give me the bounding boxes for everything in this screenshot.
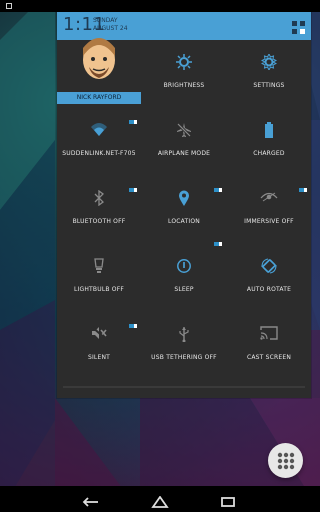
tile-lightbulb[interactable]: LIGHTBULB OFF xyxy=(57,244,141,312)
tile-airplane-mode[interactable]: AIRPLANE MODE xyxy=(142,108,226,176)
all-apps-icon xyxy=(277,452,295,470)
tile-settings[interactable]: SETTINGS xyxy=(227,40,311,108)
clock-month-day: AUGUST 24 xyxy=(93,25,128,32)
tile-wifi[interactable]: SUDDENLINK.NET-F705 xyxy=(57,108,141,176)
brightness-icon xyxy=(142,54,226,70)
tile-brightness[interactable]: BRIGHTNESS xyxy=(142,40,226,108)
tile-label: CAST SCREEN xyxy=(246,354,292,361)
clock-day: SUNDAY xyxy=(93,17,118,24)
avatar xyxy=(78,38,120,90)
tile-label: SLEEP xyxy=(174,286,194,293)
gear-icon xyxy=(227,54,311,70)
tile-label: BRIGHTNESS xyxy=(163,82,205,89)
tile-battery[interactable]: CHARGED xyxy=(227,108,311,176)
tile-usb-tethering[interactable]: USB TETHERING OFF xyxy=(142,312,226,380)
wifi-icon xyxy=(57,122,141,138)
panel-divider xyxy=(63,386,305,388)
tile-sleep[interactable]: SLEEP xyxy=(142,242,226,312)
battery-icon xyxy=(227,122,311,138)
usb-icon xyxy=(142,326,226,342)
airplane-icon xyxy=(142,122,226,138)
recents-button[interactable] xyxy=(219,493,237,507)
tile-label: AUTO ROTATE xyxy=(246,286,292,293)
tile-auto-rotate[interactable]: AUTO ROTATE xyxy=(227,244,311,312)
tile-label: LOCATION xyxy=(168,218,200,225)
quick-settings-header: 1:11 SUNDAY AUGUST 24 xyxy=(57,12,311,40)
tile-detail-toggle[interactable] xyxy=(214,242,222,246)
settings-grid-icon[interactable] xyxy=(292,19,305,34)
tile-label: IMMERSIVE OFF xyxy=(244,218,294,225)
tile-label: SUDDENLINK.NET-F705 xyxy=(62,150,136,157)
home-button[interactable] xyxy=(151,493,169,508)
back-button[interactable] xyxy=(82,493,100,507)
rotate-icon xyxy=(227,258,311,274)
status-bar xyxy=(0,0,320,12)
notification-icon xyxy=(6,3,12,9)
mute-icon xyxy=(57,326,141,342)
lightbulb-icon xyxy=(57,258,141,274)
clock-date: SUNDAY AUGUST 24 xyxy=(93,17,128,33)
immersive-icon xyxy=(227,190,311,206)
tile-location[interactable]: LOCATION xyxy=(142,176,226,244)
tile-label: SILENT xyxy=(87,354,111,361)
tile-cast-screen[interactable]: CAST SCREEN xyxy=(227,312,311,380)
tile-label: BLUETOOTH OFF xyxy=(72,218,126,225)
cast-icon xyxy=(227,326,311,342)
bluetooth-icon xyxy=(57,190,141,206)
user-name: NICK RAYFORD xyxy=(57,92,141,104)
app-drawer-button[interactable] xyxy=(268,443,303,478)
navigation-bar xyxy=(0,486,320,512)
tile-label: SETTINGS xyxy=(253,82,285,89)
tile-immersive[interactable]: IMMERSIVE OFF xyxy=(227,176,311,244)
user-tile[interactable]: NICK RAYFORD xyxy=(57,38,141,108)
tile-silent[interactable]: SILENT xyxy=(57,312,141,380)
quick-settings-panel: 1:11 SUNDAY AUGUST 24 NICK RAYFORD BRIGH… xyxy=(57,12,311,398)
power-icon xyxy=(142,258,226,274)
tile-label: AIRPLANE MODE xyxy=(157,150,211,157)
tile-label: LIGHTBULB OFF xyxy=(73,286,125,293)
tile-label: USB TETHERING OFF xyxy=(151,354,217,361)
tile-label: CHARGED xyxy=(253,150,285,157)
tile-bluetooth[interactable]: BLUETOOTH OFF xyxy=(57,176,141,244)
location-pin-icon xyxy=(142,190,226,206)
